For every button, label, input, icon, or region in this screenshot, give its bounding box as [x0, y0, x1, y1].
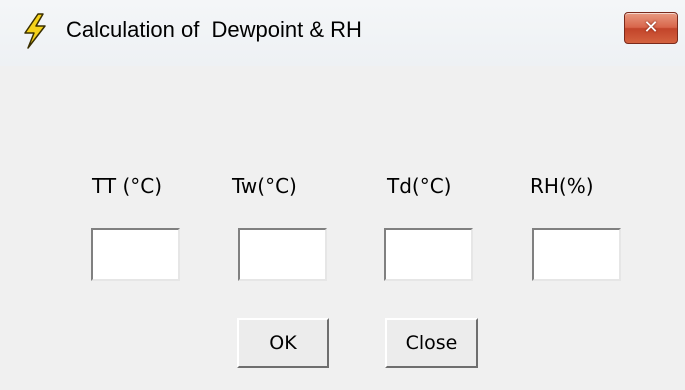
- window-close-button[interactable]: ✕: [624, 12, 678, 44]
- label-tw: Tw(°C): [232, 174, 297, 198]
- label-td: Td(°C): [387, 174, 452, 198]
- lightning-bolt-icon: [24, 13, 46, 49]
- close-button[interactable]: Close: [385, 318, 478, 368]
- title-bar[interactable]: Calculation of Dewpoint & RH ✕: [0, 0, 685, 66]
- ok-button[interactable]: OK: [237, 318, 329, 368]
- rh-input[interactable]: [532, 228, 621, 281]
- label-tt: TT (°C): [92, 174, 163, 198]
- dialog-window: Calculation of Dewpoint & RH ✕ TT (°C) T…: [0, 0, 685, 390]
- td-input[interactable]: [384, 228, 473, 281]
- window-title: Calculation of Dewpoint & RH: [66, 17, 362, 42]
- tt-input[interactable]: [91, 228, 180, 281]
- tw-input[interactable]: [238, 228, 327, 281]
- label-rh: RH(%): [530, 174, 594, 198]
- close-icon: ✕: [643, 17, 659, 38]
